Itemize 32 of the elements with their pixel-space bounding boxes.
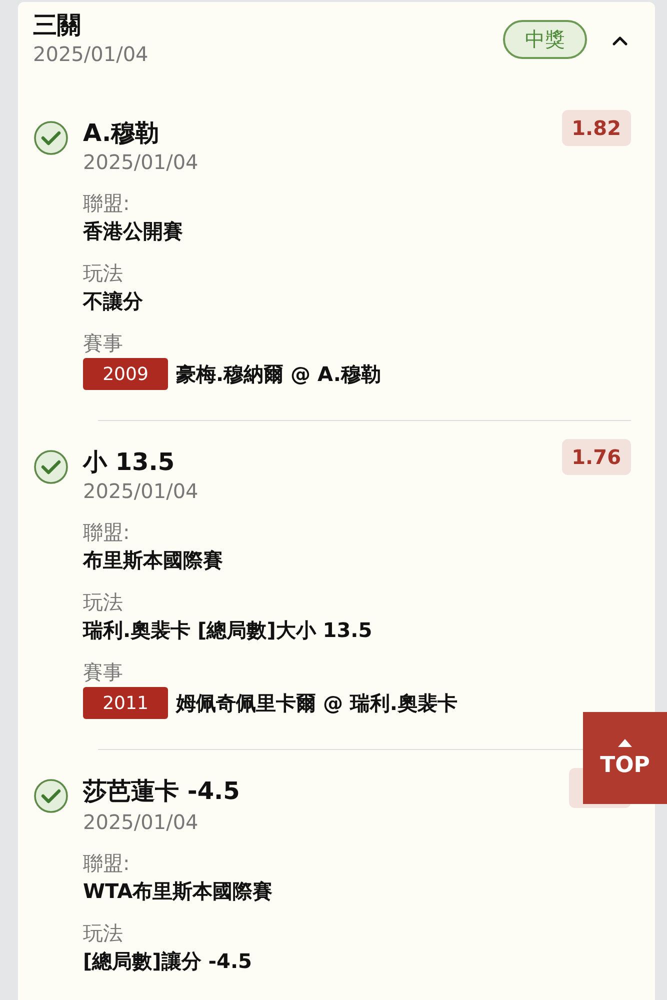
odds-badge: 1.82 bbox=[562, 110, 631, 146]
field-value: 不讓分 bbox=[83, 288, 144, 315]
status-badge: 中獎 bbox=[503, 20, 587, 59]
selection-name: 莎芭蓮卡 -4.5 bbox=[83, 776, 240, 806]
event-code: 2009 bbox=[83, 358, 168, 390]
field-value: WTA布里斯本國際賽 bbox=[83, 878, 274, 905]
back-to-top-button[interactable]: TOP bbox=[583, 712, 667, 804]
event-name: 豪梅.穆納爾 @ A.穆勒 bbox=[176, 361, 381, 388]
leg-date: 2025/01/04 bbox=[83, 478, 200, 505]
field-label: 聯盟: bbox=[83, 519, 131, 545]
field-value: 香港公開賽 bbox=[83, 218, 184, 245]
bet-title: 三關 bbox=[33, 10, 82, 40]
selection-name: A.穆勒 bbox=[83, 118, 160, 148]
field-label: 聯盟: bbox=[83, 190, 131, 216]
field-label: 玩法 bbox=[83, 260, 124, 286]
field-label: 聯盟: bbox=[83, 850, 131, 876]
up-triangle-icon bbox=[618, 738, 632, 746]
field-label: 賽事 bbox=[83, 330, 124, 356]
event-name: 姆佩奇佩里卡爾 @ 瑞利.奧裴卡 bbox=[176, 690, 458, 717]
field-label: 賽事 bbox=[83, 659, 124, 685]
selection-name: 小 13.5 bbox=[83, 447, 175, 477]
field-value: [總局數]讓分 -4.5 bbox=[83, 948, 253, 975]
field-value: 布里斯本國際賽 bbox=[83, 547, 224, 574]
leg-date: 2025/01/04 bbox=[83, 149, 200, 176]
field-label: 玩法 bbox=[83, 589, 124, 615]
event-code: 2011 bbox=[83, 687, 168, 719]
field-value: 瑞利.奧裴卡 [總局數]大小 13.5 bbox=[83, 617, 374, 644]
bet-date: 2025/01/04 bbox=[33, 41, 150, 68]
odds-badge: 1.76 bbox=[562, 439, 631, 475]
field-label: 玩法 bbox=[83, 920, 124, 946]
chevron-icon bbox=[611, 35, 629, 47]
leg-date: 2025/01/04 bbox=[83, 809, 200, 836]
